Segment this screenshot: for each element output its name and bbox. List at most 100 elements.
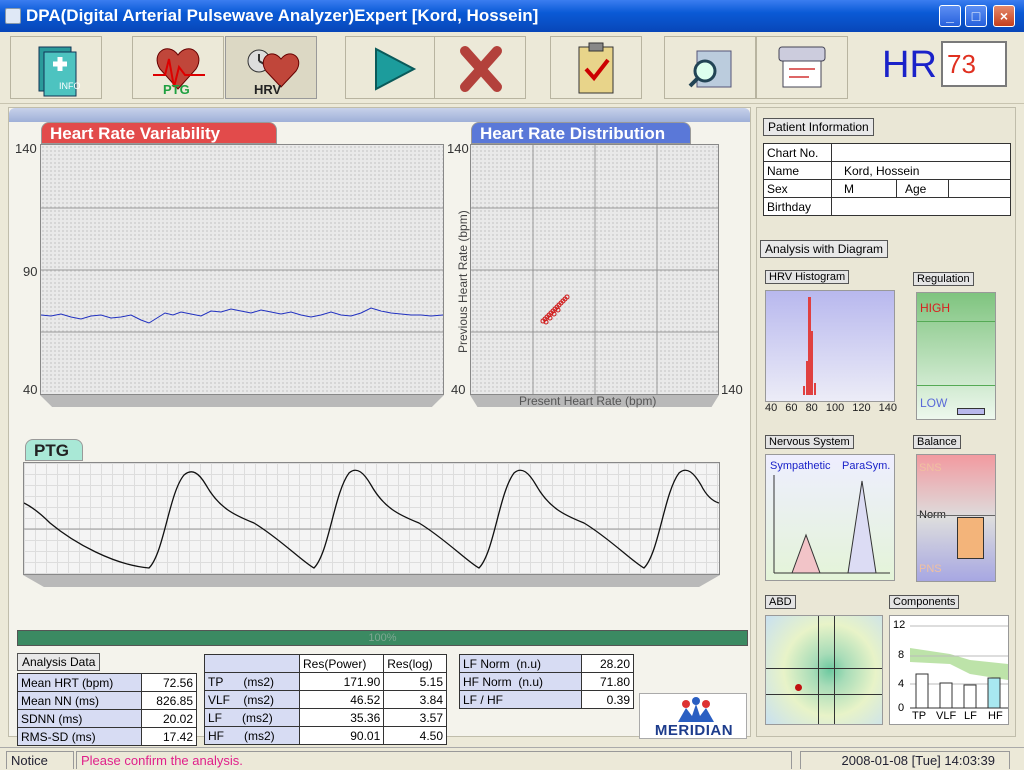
power-label: LF — [208, 710, 223, 725]
power-unit: (ms2) — [244, 728, 275, 743]
notice-label: Notice — [6, 751, 74, 769]
regulation-box: HIGH LOW — [916, 292, 996, 420]
norm-unit: (n.u) — [518, 674, 544, 689]
table-row: LF Norm (n.u) 28.20 — [458, 654, 634, 673]
analysis-value: 826.85 — [141, 691, 197, 710]
power-header: Res(Power) — [298, 654, 385, 673]
info-button-label: INFO — [59, 81, 81, 91]
histogram-tick: 120 — [852, 402, 871, 414]
hrd-y-axis-label: Previous Heart Rate (bpm) — [456, 210, 470, 353]
name-value[interactable]: Kord, Hossein — [831, 161, 1011, 180]
hrv-y-tick-40: 40 — [23, 382, 38, 397]
patient-info-table: Chart No. Name Kord, Hossein Sex M Age Birt… — [763, 143, 1011, 216]
hrd-y-tick-140: 140 — [447, 141, 469, 156]
regulation-low-label: LOW — [920, 396, 948, 410]
play-button[interactable] — [345, 36, 437, 99]
power-table: Res(Power) Res(log) TP (ms2) 171.90 5.15 VL… — [204, 654, 447, 745]
chart-no-value[interactable] — [831, 143, 1011, 162]
analysis-label: Mean NN — [21, 693, 72, 708]
components-x-tick: VLF — [936, 710, 957, 722]
log-value: 5.15 — [383, 672, 447, 691]
table-row: Sex M Age — [763, 179, 1011, 198]
power-value: 171.90 — [298, 672, 385, 691]
info-button[interactable]: INFO — [10, 36, 102, 99]
nervous-system-svg — [773, 475, 890, 574]
histogram-tick: 140 — [878, 402, 897, 414]
cancel-button[interactable] — [434, 36, 526, 99]
analysis-unit: (bpm) — [81, 675, 114, 690]
hrv-plot — [40, 144, 444, 395]
patient-info-title: Patient Information — [763, 118, 874, 136]
hrv-series-line — [41, 307, 443, 324]
balance-title: Balance — [913, 435, 961, 449]
hr-label: HR — [882, 44, 937, 86]
components-x-tick: TP — [912, 710, 927, 722]
minimize-button[interactable]: _ — [939, 5, 961, 27]
ptg-plot-base — [23, 575, 720, 587]
component-bar-hf — [987, 677, 1001, 709]
table-row: SDNN (ms) 20.02 — [16, 709, 197, 728]
meridian-logo: MERIDIAN — [639, 693, 747, 739]
analysis-value: 17.42 — [141, 727, 197, 746]
meridian-figures-icon — [678, 697, 714, 722]
power-label: VLF — [208, 692, 231, 707]
report-button[interactable] — [550, 36, 642, 99]
sex-value[interactable]: M — [831, 179, 897, 198]
table-row: RMS-SD (ms) 17.42 — [16, 727, 197, 746]
ptg-waveform — [24, 469, 719, 569]
hr-value: 73 — [941, 41, 1007, 87]
ptg-button[interactable]: PTG — [132, 36, 224, 99]
nervous-system-plot: Sympathetic ParaSym. — [765, 454, 895, 581]
component-bar-lf — [963, 684, 977, 709]
histogram-svg — [803, 297, 816, 395]
power-unit: (ms2) — [243, 674, 275, 689]
status-bar: Notice Please confirm the analysis. 2008… — [0, 747, 1024, 769]
maximize-button[interactable]: □ — [965, 5, 987, 27]
analysis-value: 20.02 — [141, 709, 197, 728]
search-button[interactable] — [664, 36, 756, 99]
hrv-y-tick-140: 140 — [15, 141, 37, 156]
balance-pns-label: PNS — [919, 563, 942, 575]
balance-box: SNS Norm PNS — [916, 454, 996, 582]
analysis-unit: (ms) — [75, 693, 100, 708]
log-value: 4.50 — [383, 726, 447, 745]
birthday-label: Birthday — [763, 197, 832, 216]
hrv-y-tick-90: 90 — [23, 264, 38, 279]
norm-label: LF / HF — [463, 692, 504, 707]
close-button[interactable]: × — [993, 5, 1015, 27]
regulation-high-label: HIGH — [920, 301, 950, 315]
printer-scroll-icon — [778, 46, 826, 88]
hrv-plot-svg — [41, 207, 443, 333]
hrv-button[interactable]: HRV — [225, 36, 317, 99]
table-row: Birthday — [763, 197, 1011, 216]
abd-plot — [765, 615, 883, 725]
print-button[interactable] — [756, 36, 848, 99]
components-title: Components — [889, 595, 960, 609]
app-icon — [5, 8, 21, 24]
power-value: 46.52 — [298, 690, 385, 709]
power-label: HF — [208, 728, 224, 743]
components-x-tick: LF — [964, 710, 977, 722]
components-x-tick: HF — [988, 710, 1003, 722]
table-row: Mean HRT (bpm) 72.56 — [16, 673, 197, 692]
clipboard-check-icon — [578, 42, 614, 94]
abd-title: ABD — [765, 595, 796, 609]
ptg-plot — [23, 462, 720, 575]
component-bar-tp — [915, 673, 929, 709]
norm-value: 28.20 — [581, 654, 634, 673]
balance-level-bar — [957, 517, 984, 559]
histogram-x-ticks: 40 60 80 100 120 140 — [765, 402, 897, 414]
birthday-value[interactable] — [831, 197, 1011, 216]
progress-label: 100% — [368, 632, 397, 644]
hrv-plot-base — [40, 395, 444, 407]
hrv-clock-heart-icon: HRV — [247, 49, 300, 97]
abd-point — [795, 684, 802, 691]
hrd-scatter-points — [540, 294, 570, 325]
age-value[interactable] — [948, 179, 1011, 198]
histogram-plot — [765, 290, 895, 402]
ptg-heart-icon: PTG — [153, 48, 205, 97]
table-row: Mean NN (ms) 826.85 — [16, 691, 197, 710]
analysis-label: RMS-SD — [21, 729, 69, 744]
analysis-unit: (ms) — [58, 711, 83, 726]
x-cross-icon — [460, 46, 502, 92]
